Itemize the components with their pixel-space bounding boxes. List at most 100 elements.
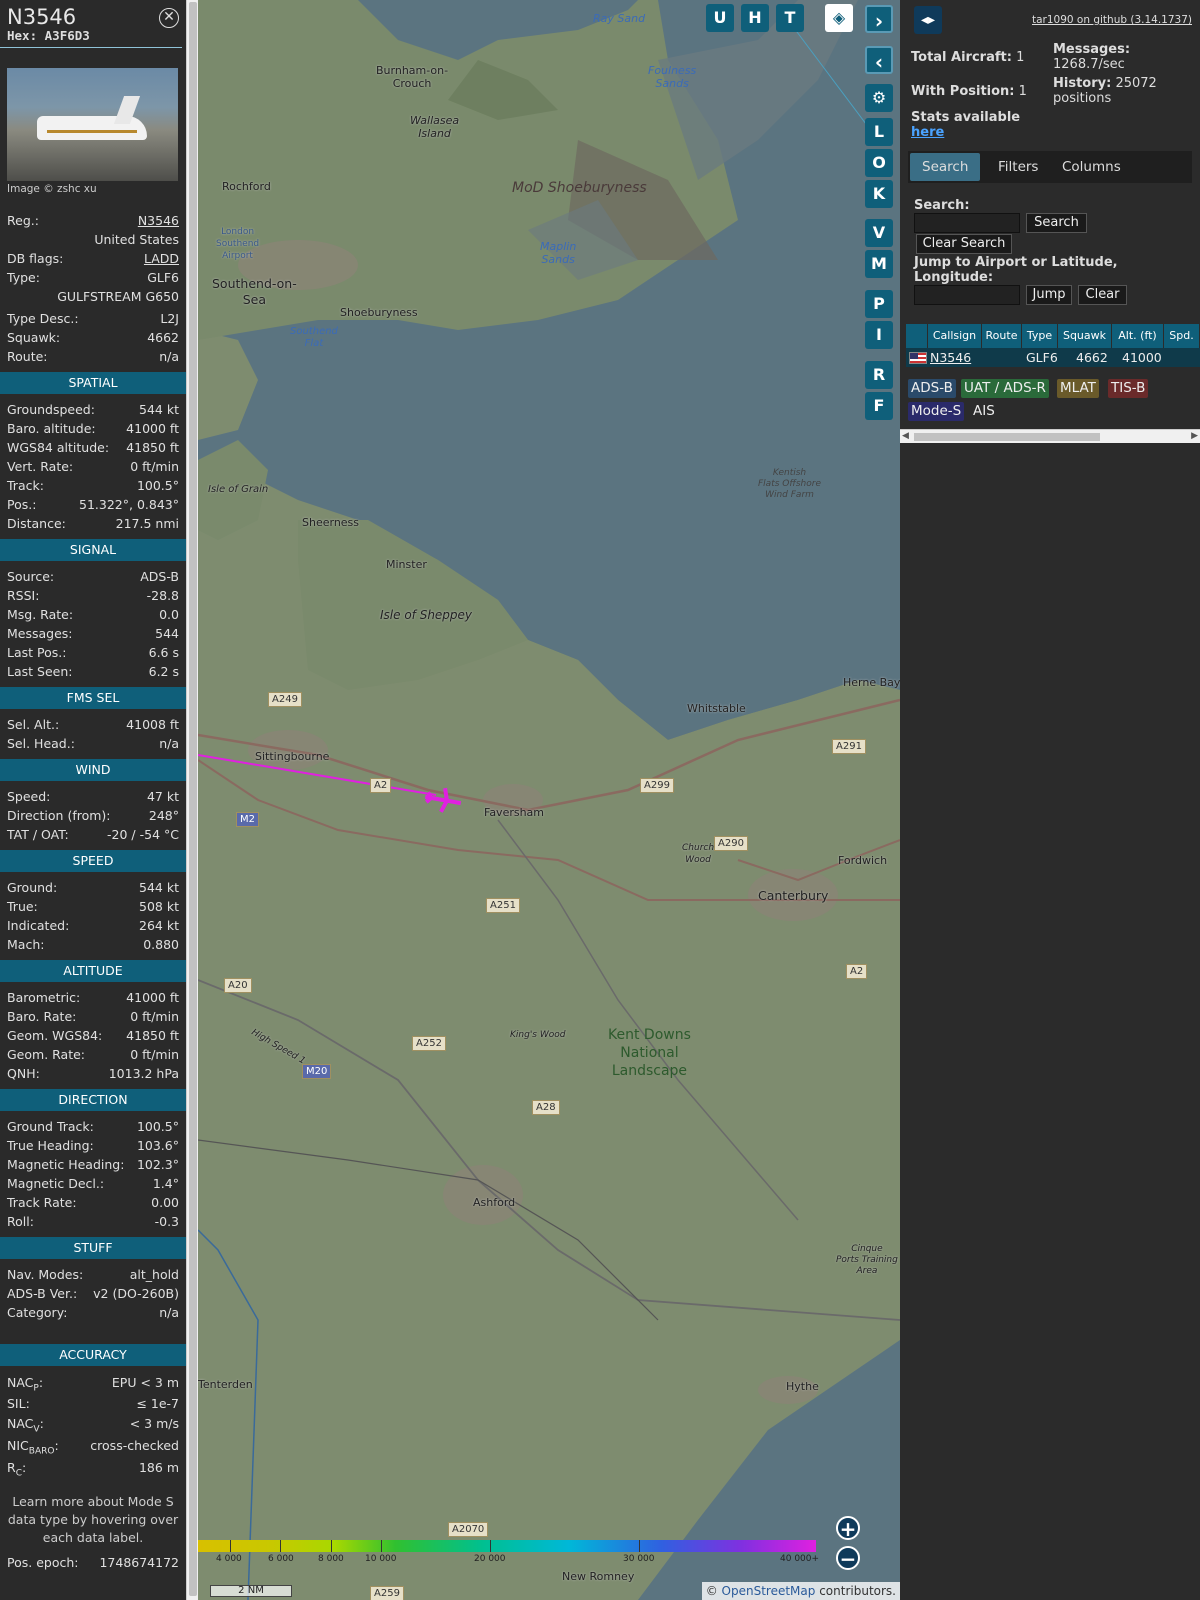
clear-search-button[interactable]: Clear Search — [916, 234, 1012, 254]
table-horizontal-scrollbar[interactable]: ◀ ▶ — [900, 429, 1200, 443]
table-header-route[interactable]: Route — [982, 324, 1022, 348]
tab-search[interactable]: Search — [910, 153, 981, 181]
reg-link[interactable]: N3546 — [138, 211, 179, 230]
toggle-v-button[interactable]: V — [865, 219, 893, 247]
nacv-label: NACV: — [7, 1416, 44, 1435]
table-cell-callsign[interactable]: N3546 — [930, 348, 971, 367]
expand-right-button[interactable]: › — [865, 5, 893, 33]
toggle-h-button[interactable]: H — [741, 4, 769, 32]
signal-row: Last Seen: 6.2 s — [7, 662, 179, 681]
tab-columns[interactable]: Columns — [1050, 153, 1133, 181]
toggle-l-button[interactable]: L — [865, 118, 893, 146]
cb-tick — [490, 1540, 491, 1552]
table-scrollbar-thumb[interactable] — [914, 433, 1100, 441]
sil-label: SIL: — [7, 1396, 30, 1411]
epoch-label: Pos. epoch: — [7, 1555, 79, 1570]
route-label: Route: — [7, 349, 48, 364]
label-new-romney: New Romney — [562, 1570, 635, 1583]
clear-button[interactable]: Clear — [1078, 285, 1127, 305]
zoom-out-button[interactable]: − — [836, 1546, 860, 1570]
road-a2: A2 — [370, 778, 392, 793]
signal-row-value: 0.0 — [159, 607, 179, 622]
collapse-left-button[interactable]: ‹ — [865, 46, 893, 74]
table-header-flag[interactable] — [906, 324, 928, 348]
map-attribution: © OpenStreetMap contributors. — [701, 1582, 900, 1600]
cb-label-20000: 20 000 — [474, 1554, 506, 1564]
source-modes-badge[interactable]: Mode-S — [908, 402, 965, 421]
toggle-f-button[interactable]: F — [865, 392, 893, 420]
table-header-callsign[interactable]: Callsign — [928, 324, 982, 348]
direction-row-label: Ground Track: — [7, 1119, 94, 1134]
signal-row-value: 6.2 s — [148, 664, 179, 679]
github-link[interactable]: tar1090 on github (3.14.1737) — [1032, 14, 1192, 26]
with-position-value: 1 — [1018, 84, 1027, 99]
jump-label: Jump to Airport or Latitude, Longitude: — [914, 255, 1118, 285]
source-uat-badge[interactable]: UAT / ADS-R — [961, 379, 1049, 398]
toggle-i-button[interactable]: I — [865, 321, 893, 349]
aircraft-photo[interactable] — [7, 68, 178, 181]
table-header-alt[interactable]: Alt. (ft) — [1112, 324, 1164, 348]
altitude-row-value: 0 ft/min — [130, 1009, 179, 1024]
wind-row-label: TAT / OAT: — [7, 827, 69, 842]
zoom-in-button[interactable]: + — [836, 1516, 860, 1540]
source-ais-badge[interactable]: AIS — [970, 402, 998, 421]
toggle-u-button[interactable]: U — [706, 4, 734, 32]
source-tisb-badge[interactable]: TIS-B — [1108, 379, 1149, 398]
scroll-right-arrow-icon[interactable]: ▶ — [1191, 431, 1198, 441]
toggle-p-button[interactable]: P — [865, 290, 893, 318]
table-header-spd[interactable]: Spd. — [1164, 324, 1200, 348]
search-button[interactable]: Search — [1026, 213, 1087, 233]
osm-link[interactable]: OpenStreetMap — [722, 1584, 816, 1598]
source-adsb-badge[interactable]: ADS-B — [908, 379, 956, 398]
table-header-type[interactable]: Type — [1022, 324, 1058, 348]
wind-row-label: Direction (from): — [7, 808, 111, 823]
label-isle-of-grain: Isle of Grain — [208, 484, 269, 495]
stuff-row: Nav. Modes: alt_hold — [7, 1265, 179, 1284]
panel-toggle-icon[interactable]: ◂▸ — [914, 6, 942, 34]
signal-row-label: Msg. Rate: — [7, 607, 74, 622]
section-signal: Source: ADS-B RSSI: -28.8 Msg. Rate: 0.0 Messa… — [0, 567, 186, 681]
toggle-m-button[interactable]: M — [865, 250, 893, 278]
signal-row: Messages: 544 — [7, 624, 179, 643]
toggle-k-button[interactable]: K — [865, 180, 893, 208]
road-a252: A252 — [412, 1036, 446, 1051]
label-southend-flat: Southend Flat — [290, 326, 338, 349]
label-herne-bay: Herne Bay — [843, 676, 900, 689]
layers-icon[interactable]: ◈ — [825, 4, 853, 32]
messages-label: Messages: — [1053, 42, 1131, 57]
table-header-squawk[interactable]: Squawk — [1058, 324, 1112, 348]
label-maplin: Maplin Sands — [540, 240, 577, 266]
source-mlat-badge[interactable]: MLAT — [1057, 379, 1099, 398]
jump-button[interactable]: Jump — [1026, 285, 1072, 305]
rc-value: 186 m — [138, 1460, 179, 1475]
info-scrollbar[interactable] — [186, 0, 198, 1600]
map[interactable]: Ray Sand Burnham-on- Crouch Foulness San… — [198, 0, 900, 1600]
spatial-row-label: Vert. Rate: — [7, 459, 74, 474]
stuff-row: Category: n/a — [7, 1303, 179, 1322]
stats-here-link[interactable]: here — [911, 125, 944, 140]
info-scrollbar-thumb[interactable] — [189, 2, 197, 1596]
scroll-left-arrow-icon[interactable]: ◀ — [902, 431, 909, 441]
stuff-row-value: n/a — [159, 1305, 179, 1320]
stats-available-label: Stats available — [911, 110, 1021, 125]
search-input[interactable] — [914, 213, 1020, 233]
fms-row: Sel. Head.: n/a — [7, 734, 179, 753]
close-icon[interactable]: ✕ — [159, 8, 179, 28]
spatial-row-label: Track: — [7, 478, 44, 493]
settings-gear-icon[interactable]: ⚙ — [865, 84, 893, 112]
toggle-o-button[interactable]: O — [865, 149, 893, 177]
speed-row: Indicated: 264 kt — [7, 916, 179, 935]
section-spatial: Groundspeed: 544 kt Baro. altitude: 41000 f… — [0, 400, 186, 533]
wind-row: TAT / OAT: -20 / -54 °C — [7, 825, 179, 844]
altitude-row-label: Geom. WGS84: — [7, 1028, 103, 1043]
toggle-t-button[interactable]: T — [776, 4, 804, 32]
country: United States — [94, 232, 179, 247]
altitude-row: Barometric: 41000 ft — [7, 988, 179, 1007]
dbflags-link[interactable]: LADD — [144, 249, 179, 268]
stat-stats-available: Stats available here — [911, 110, 1020, 140]
toggle-r-button[interactable]: R — [865, 361, 893, 389]
spatial-row: Vert. Rate: 0 ft/min — [7, 457, 179, 476]
jump-input[interactable] — [914, 285, 1020, 305]
wind-row-value: 248° — [148, 808, 179, 823]
tab-filters[interactable]: Filters — [986, 153, 1050, 181]
